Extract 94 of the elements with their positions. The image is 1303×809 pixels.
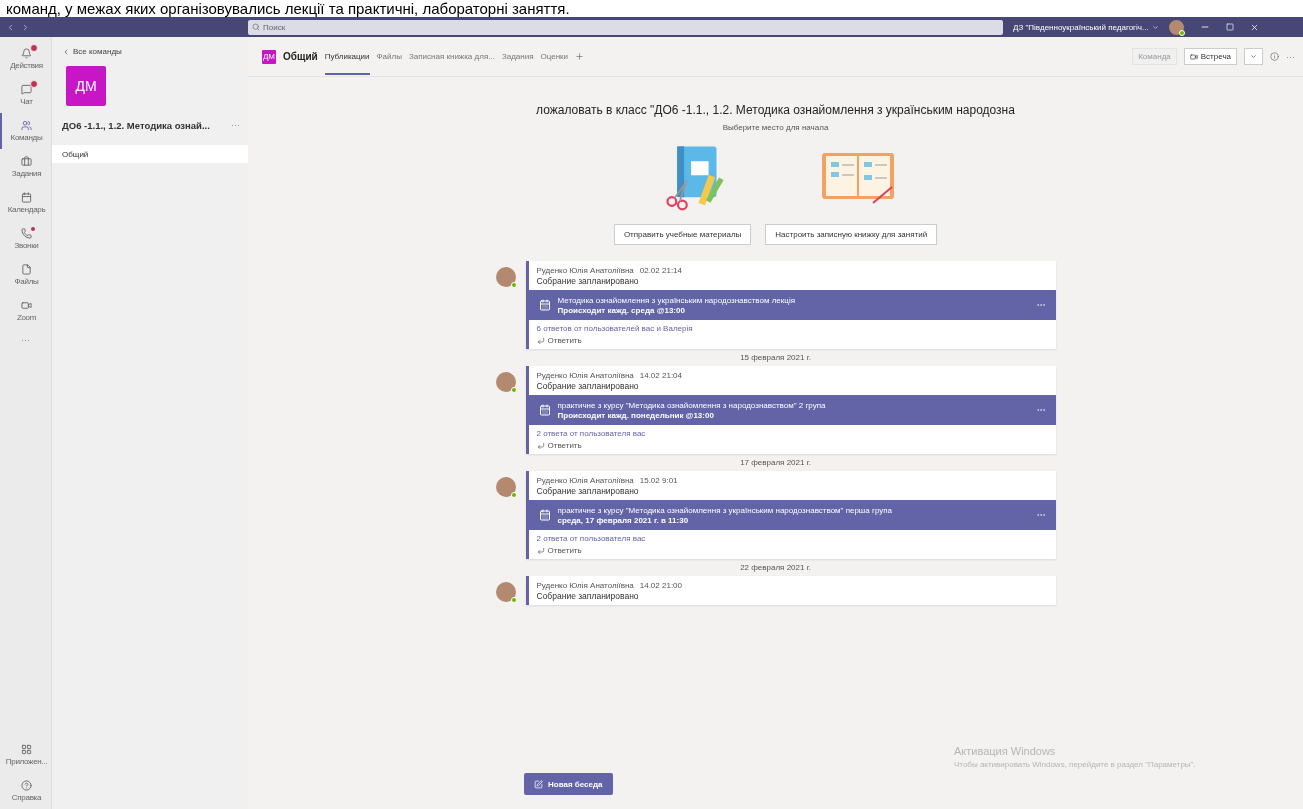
reply-arrow-icon: [536, 546, 545, 555]
date-separator: 22 февраля 2021 г.: [740, 562, 811, 574]
bag-icon: [21, 156, 32, 167]
help-icon: [21, 780, 32, 791]
meet-dropdown[interactable]: [1244, 48, 1263, 65]
author-avatar: [495, 477, 516, 497]
post-time: 14.02 21:00: [639, 581, 682, 590]
bell-icon: [21, 48, 32, 59]
replies-link[interactable]: 2 ответа от пользователя вас: [528, 425, 1056, 438]
channel-tab[interactable]: Оценки: [540, 38, 569, 75]
caret-icon[interactable]: [1151, 23, 1159, 31]
calendar-icon: [538, 299, 551, 311]
caret-icon: [1250, 53, 1257, 60]
file-icon: [21, 264, 32, 275]
apps-grid-icon: [21, 744, 32, 755]
reply-arrow-icon: [536, 336, 545, 345]
channel-tab[interactable]: Задания: [501, 38, 534, 75]
document-text: команд, у межах яких організовувались лекції та практичні, лабораторні заняття.: [5, 0, 571, 17]
more-options[interactable]: ···: [1286, 51, 1295, 62]
more-apps[interactable]: ···: [21, 329, 30, 351]
rail-item[interactable]: Файлы: [0, 257, 52, 293]
welcome-subtitle: Выберите место для начала: [722, 123, 829, 132]
all-teams-link[interactable]: Все команды: [52, 47, 248, 56]
maximize-icon[interactable]: [1225, 23, 1234, 31]
welcome-title: ложаловать в класс "ДО6 -1.1., 1.2. Методика ознайомлення з українським народозна: [536, 103, 1015, 117]
add-tab-icon[interactable]: [575, 52, 585, 61]
meeting-title: Методика ознайомлення з українським народознавством лекція: [557, 295, 796, 305]
pen-icon: [534, 779, 543, 789]
channel-item[interactable]: Общий: [52, 145, 248, 163]
post-status: Собрание запланировано: [535, 590, 640, 603]
meeting-banner[interactable]: практичне з курсу "Методика ознайомлення з українським народознавством" перша група среда, 17 февраля 2021 г. в 11:30: [528, 500, 1056, 530]
calendar-icon: [538, 404, 551, 416]
people-icon: [21, 120, 32, 131]
meeting-schedule: Происходит кажд. среда @13:00: [557, 305, 686, 315]
author-name: Руденко Юлія Анатоліївна: [536, 266, 634, 275]
rail-item[interactable]: Календарь: [0, 185, 52, 221]
channel-tab[interactable]: Файлы: [376, 38, 402, 75]
calendar-icon: [21, 192, 32, 203]
search-field[interactable]: Поиск: [248, 19, 1003, 35]
author-avatar: [495, 372, 516, 392]
rail-item[interactable]: Звонки: [0, 221, 52, 257]
search-icon: [252, 23, 260, 31]
rail-item[interactable]: Задания: [0, 149, 52, 185]
channel-name: Общий: [283, 51, 318, 62]
start-button[interactable]: Отправить учебные материалы: [613, 224, 752, 245]
author-avatar: [495, 267, 516, 287]
start-button[interactable]: Настроить записную книжку для занятий: [765, 224, 938, 245]
author-name: Руденко Юлія Анатоліївна: [536, 476, 634, 485]
rail-item[interactable]: Действия: [0, 41, 52, 77]
replies-link[interactable]: 2 ответа от пользователя вас: [528, 530, 1056, 543]
info-icon[interactable]: [1270, 52, 1279, 61]
team-tile: ДМ: [262, 49, 276, 64]
more-options[interactable]: ···: [231, 120, 240, 131]
author-name: Руденко Юлія Анатоліївна: [536, 581, 634, 590]
video-camera-icon: [1189, 52, 1198, 61]
rail-item[interactable]: Zoom: [0, 293, 52, 329]
phone-icon: [21, 228, 32, 239]
team-name[interactable]: ДО6 -1.1., 1.2. Методика ознай...: [62, 120, 210, 131]
video-camera-icon: [21, 300, 32, 311]
channel-tab[interactable]: Публикации: [324, 38, 370, 75]
meeting-banner[interactable]: практичне з курсу "Методика ознайомлення з народознавством" 2 група Происходит кажд. понедельник @13:00: [528, 395, 1056, 425]
post-status: Собрание запланировано: [535, 275, 640, 288]
rail-item[interactable]: Справка: [0, 773, 52, 809]
rail-item[interactable]: Чат: [0, 77, 52, 113]
author-name: Руденко Юлія Анатоліївна: [536, 371, 634, 380]
post-time: 15.02 9:01: [639, 476, 678, 485]
channel-tab[interactable]: Записная книжка для...: [408, 38, 495, 75]
meeting-title: практичне з курсу "Методика ознайомлення з народознавством" 2 група: [557, 400, 827, 410]
activation-title: Активация Windows: [954, 745, 1057, 757]
reply-button[interactable]: Ответить: [528, 333, 590, 349]
close-icon[interactable]: [1249, 22, 1259, 32]
date-separator: 17 февраля 2021 г.: [740, 457, 811, 469]
chat-icon: [21, 84, 32, 95]
rail-item[interactable]: Приложен...: [0, 737, 52, 773]
calendar-icon: [538, 509, 551, 521]
reply-arrow-icon: [536, 441, 545, 450]
reply-button[interactable]: Ответить: [528, 438, 590, 454]
new-conversation-button[interactable]: Новая беседа: [524, 773, 613, 795]
post-status: Собрание запланировано: [535, 380, 640, 393]
post-status: Собрание запланировано: [535, 485, 640, 498]
organization-name[interactable]: ДЗ "Південноукраїнський педагогіч...: [1013, 22, 1149, 32]
team-tile: ДМ: [66, 66, 106, 106]
reply-button[interactable]: Ответить: [528, 543, 590, 559]
date-separator: 15 февраля 2021 г.: [740, 352, 811, 364]
meeting-schedule: Происходит кажд. понедельник @13:00: [557, 410, 715, 420]
post-time: 14.02 21:04: [639, 371, 682, 380]
user-avatar[interactable]: [1168, 19, 1184, 35]
post-time: 02.02 21:14: [639, 266, 682, 275]
meeting-schedule: среда, 17 февраля 2021 г. в 11:30: [557, 515, 690, 525]
meeting-banner[interactable]: Методика ознайомлення з українським народознавством лекція Происходит кажд. среда @13:00: [528, 290, 1056, 320]
meet-button[interactable]: Встреча: [1183, 48, 1237, 65]
meeting-title: практичне з курсу "Методика ознайомлення з українським народознавством" перша група: [557, 505, 894, 515]
author-avatar: [495, 582, 516, 602]
replies-link[interactable]: 6 ответов от пользователей вас и Валерія: [528, 320, 1056, 333]
